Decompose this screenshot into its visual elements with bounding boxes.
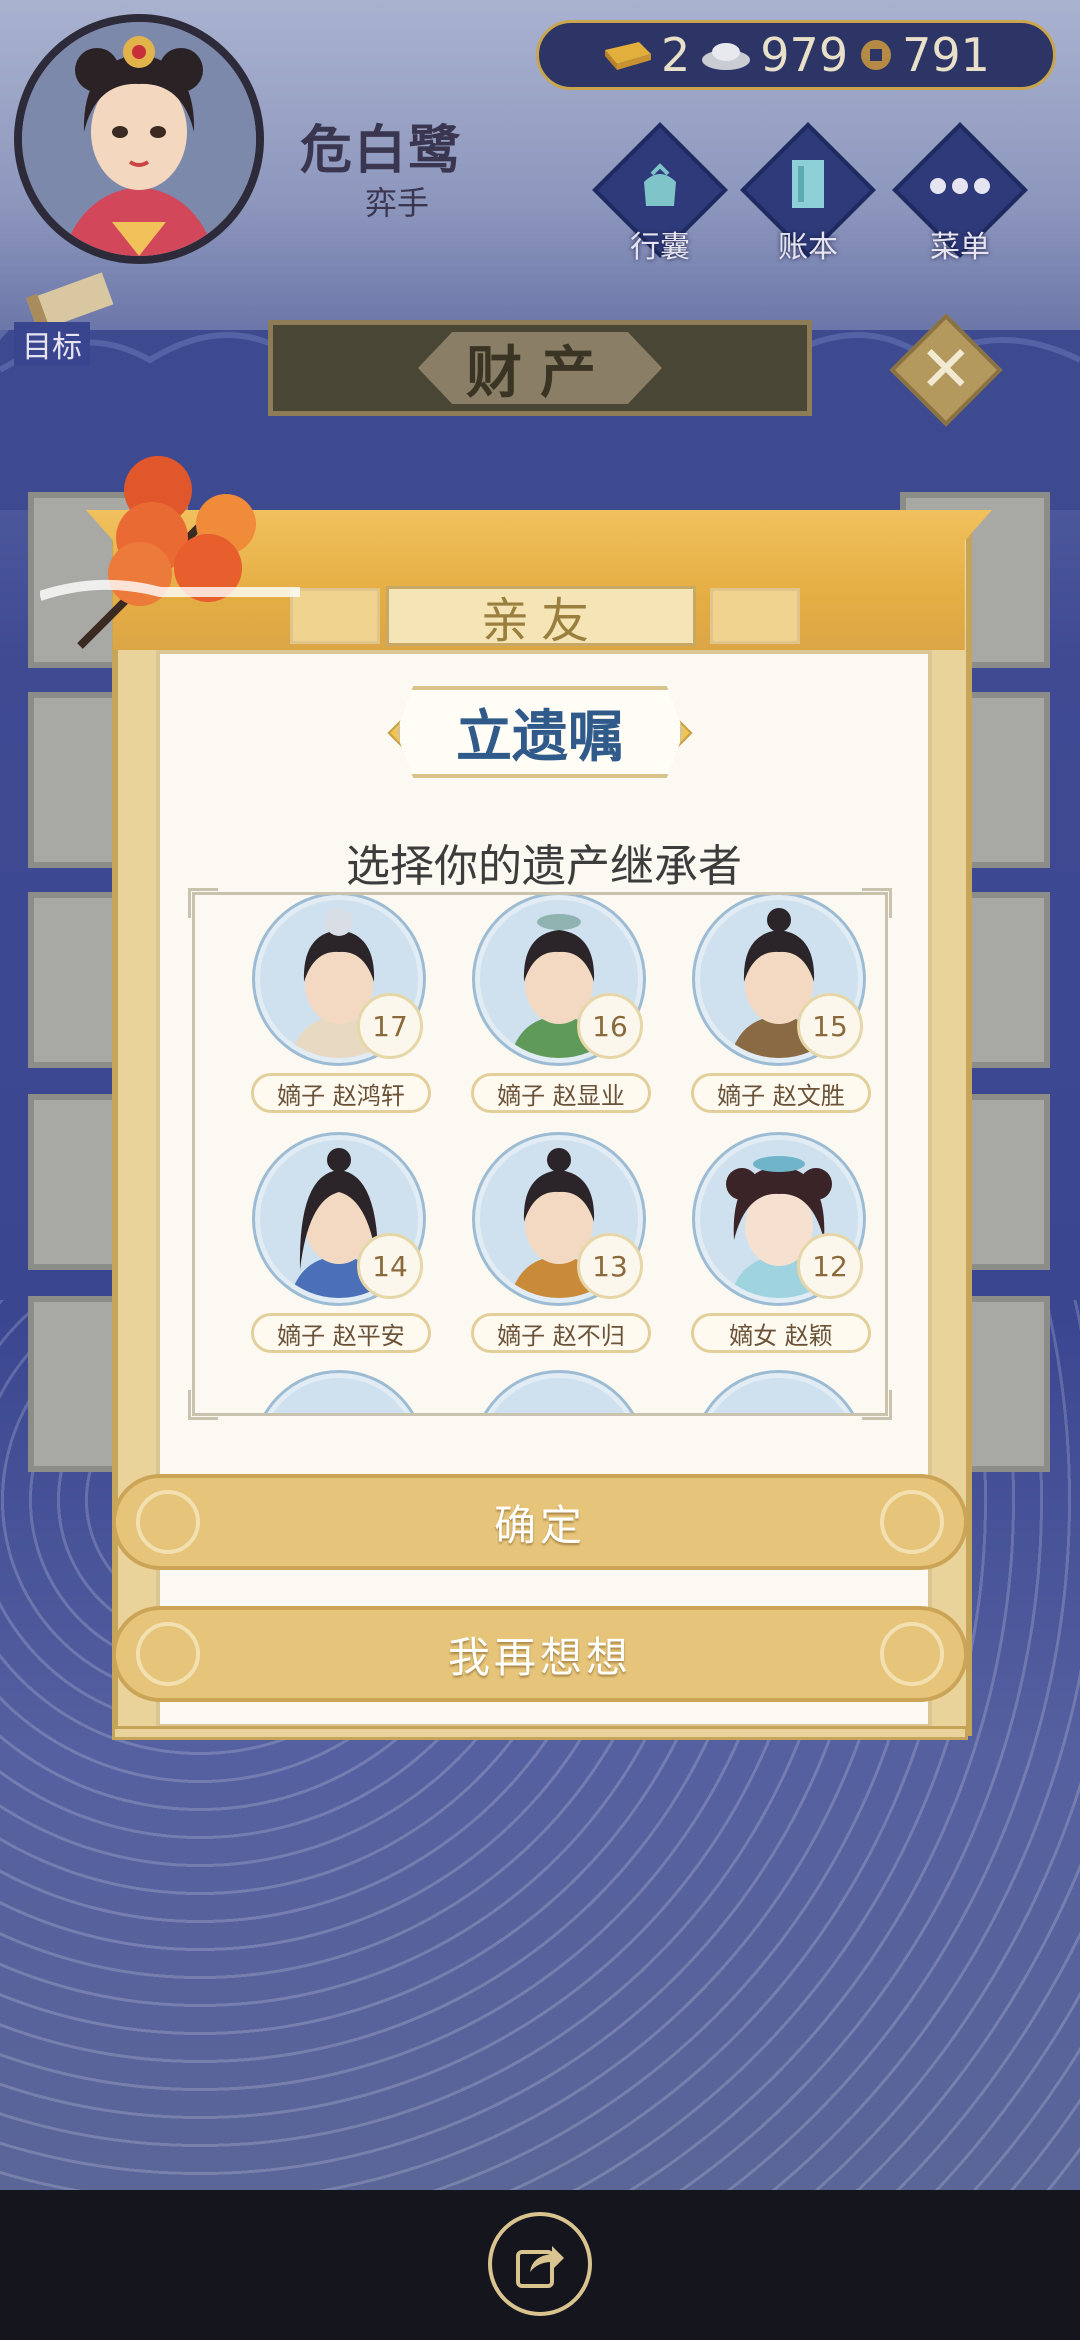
frame-corner [188, 888, 218, 918]
cloud-ornament-icon [136, 1622, 200, 1686]
copper-coin-icon [861, 40, 892, 70]
dots-glyph-icon [930, 178, 990, 194]
heir-portrait-partial [475, 1373, 643, 1413]
ledger-label: 账本 [778, 230, 838, 265]
book-glyph-icon [792, 160, 824, 208]
silver-amount: 979 [760, 28, 849, 82]
heir-name: 嫡子 赵鸿轩 [251, 1073, 431, 1113]
header-ornament-box [710, 588, 800, 644]
heir-card[interactable]: 16 嫡子 赵显业 [453, 895, 653, 1125]
coin-amount: 791 [902, 28, 990, 82]
dialog-subtitle: 选择你的遗产继承者 [346, 841, 742, 892]
cloud-ornament-icon [880, 1490, 944, 1554]
heir-card[interactable]: 13 嫡子 赵不归 [453, 1135, 653, 1365]
page-title-banner: 财产 [268, 320, 812, 416]
heir-list[interactable]: 17 嫡子 赵鸿轩 16 嫡子 赵显业 15 嫡子 赵文胜 14 嫡子 赵平安 … [192, 892, 888, 1416]
heir-age: 13 [577, 1233, 643, 1299]
close-icon: ✕ [919, 333, 973, 407]
heir-card[interactable]: 12 嫡女 赵颖 [673, 1135, 873, 1365]
heir-name: 嫡女 赵颖 [691, 1313, 871, 1353]
cloud-ornament-icon [136, 1490, 200, 1554]
confirm-button[interactable]: 确定 [112, 1474, 968, 1570]
menu-button[interactable]: 菜单 [892, 122, 1028, 265]
frame-corner [862, 888, 892, 918]
heir-name: 嫡子 赵平安 [251, 1313, 431, 1353]
heir-age: 17 [357, 993, 423, 1059]
frame-corner [862, 1390, 892, 1420]
share-icon [516, 2246, 564, 2288]
reconsider-button[interactable]: 我再想想 [112, 1606, 968, 1702]
currency-bar: 2 979 791 [536, 20, 1056, 90]
bag-glyph-icon [644, 163, 676, 206]
page-title: 财产 [418, 332, 662, 404]
dialog-title: 立遗嘱 [396, 686, 684, 778]
candied-haws-icon [40, 456, 300, 649]
heir-name: 嫡子 赵不归 [471, 1313, 651, 1353]
coin-counter: 791 [856, 28, 990, 82]
silver-counter: 979 [698, 28, 848, 82]
heir-name: 嫡子 赵显业 [471, 1073, 651, 1113]
share-button[interactable] [488, 2212, 592, 2316]
gold-counter: 2 [599, 28, 690, 82]
gold-bar-icon [605, 42, 651, 70]
menu-label: 菜单 [930, 230, 990, 265]
player-title: 弈手 [365, 184, 430, 222]
ledger-button[interactable]: 账本 [740, 122, 876, 265]
heir-portrait-partial [255, 1373, 423, 1413]
heir-age: 14 [357, 1233, 423, 1299]
heir-portrait-partial [695, 1373, 863, 1413]
gold-amount: 2 [661, 28, 691, 82]
heir-card[interactable]: 14 嫡子 赵平安 [233, 1135, 433, 1365]
panel-footer [112, 1726, 968, 1740]
portrait-icon [22, 22, 256, 256]
heir-age: 12 [797, 1233, 863, 1299]
confirm-label: 确定 [493, 1500, 586, 1550]
cloud-ornament-icon [880, 1622, 944, 1686]
heir-card[interactable]: 15 嫡子 赵文胜 [673, 895, 873, 1125]
reconsider-label: 我再想想 [447, 1632, 632, 1682]
frame-corner [188, 1390, 218, 1420]
tab-relatives: 亲友 [386, 586, 696, 649]
heir-card[interactable]: 17 嫡子 赵鸿轩 [233, 895, 433, 1125]
bag-label: 行囊 [630, 230, 690, 265]
heir-name: 嫡子 赵文胜 [691, 1073, 871, 1113]
goal-label: 目标 [14, 322, 90, 366]
player-avatar[interactable] [14, 14, 264, 264]
heir-age: 16 [577, 993, 643, 1059]
heir-age: 15 [797, 993, 863, 1059]
bag-button[interactable]: 行囊 [592, 122, 728, 265]
silver-ingot-icon [702, 43, 751, 70]
player-name: 危白鹭 [300, 121, 463, 181]
